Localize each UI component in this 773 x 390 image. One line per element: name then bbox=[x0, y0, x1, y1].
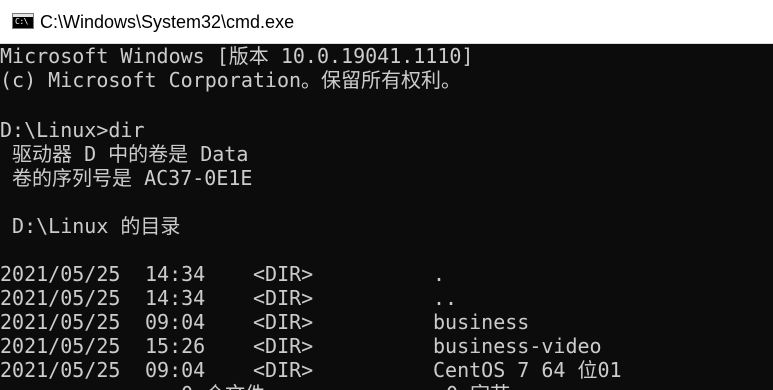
entry-name: . bbox=[433, 262, 446, 286]
cmd-window: C:\ C:\Windows\System32\cmd.exe Microsof… bbox=[0, 0, 773, 390]
window-title: C:\Windows\System32\cmd.exe bbox=[40, 12, 295, 32]
volume-label-line: 驱动器 D 中的卷是 Data bbox=[0, 142, 249, 166]
console-output[interactable]: Microsoft Windows [版本 10.0.19041.1110] (… bbox=[0, 44, 773, 390]
entry-date: 2021/05/25 bbox=[0, 334, 121, 358]
byte-count: 0 字节 bbox=[446, 382, 510, 390]
entry-type: <DIR> bbox=[253, 286, 314, 310]
directory-heading-line: D:\Linux 的目录 bbox=[0, 214, 181, 238]
entry-date: 2021/05/25 bbox=[0, 358, 121, 382]
entry-time: 09:04 bbox=[145, 310, 206, 334]
volume-serial-line: 卷的序列号是 AC37-0E1E bbox=[0, 166, 253, 190]
os-version-line: Microsoft Windows [版本 10.0.19041.1110] bbox=[0, 44, 474, 68]
dir-summary-line: 0 个文件 0 字节 bbox=[0, 382, 773, 390]
entry-type: <DIR> bbox=[253, 334, 314, 358]
entry-name: .. bbox=[433, 286, 458, 310]
cmd-icon-glyph: C:\ bbox=[15, 17, 28, 26]
entry-time: 14:34 bbox=[145, 286, 206, 310]
entry-time: 09:04 bbox=[145, 358, 206, 382]
dir-entry-row: 2021/05/25 14:34 <DIR> . bbox=[0, 262, 773, 286]
dir-entry-row: 2021/05/25 15:26 <DIR> business-video bbox=[0, 334, 773, 358]
title-bar[interactable]: C:\ C:\Windows\System32\cmd.exe bbox=[0, 0, 773, 44]
entry-date: 2021/05/25 bbox=[0, 310, 121, 334]
file-count: 0 个文件 bbox=[181, 382, 265, 390]
entry-time: 15:26 bbox=[145, 334, 206, 358]
entry-name: business bbox=[433, 310, 530, 334]
entry-time: 14:34 bbox=[145, 262, 206, 286]
dir-entry-row: 2021/05/25 14:34 <DIR> .. bbox=[0, 286, 773, 310]
entry-type: <DIR> bbox=[253, 358, 314, 382]
copyright-line: (c) Microsoft Corporation。保留所有权利。 bbox=[0, 68, 462, 92]
cmd-console-icon[interactable]: C:\ bbox=[12, 13, 34, 29]
dir-entry-row: 2021/05/25 09:04 <DIR> business bbox=[0, 310, 773, 334]
dir-entry-row: 2021/05/25 09:04 <DIR> CentOS 7 64 位01 bbox=[0, 358, 773, 382]
entry-date: 2021/05/25 bbox=[0, 262, 121, 286]
entry-name: business-video bbox=[433, 334, 602, 358]
entry-type: <DIR> bbox=[253, 262, 314, 286]
entry-type: <DIR> bbox=[253, 310, 314, 334]
command-prompt-line: D:\Linux>dir bbox=[0, 118, 145, 142]
entry-date: 2021/05/25 bbox=[0, 286, 121, 310]
entry-name: CentOS 7 64 位01 bbox=[433, 358, 622, 382]
